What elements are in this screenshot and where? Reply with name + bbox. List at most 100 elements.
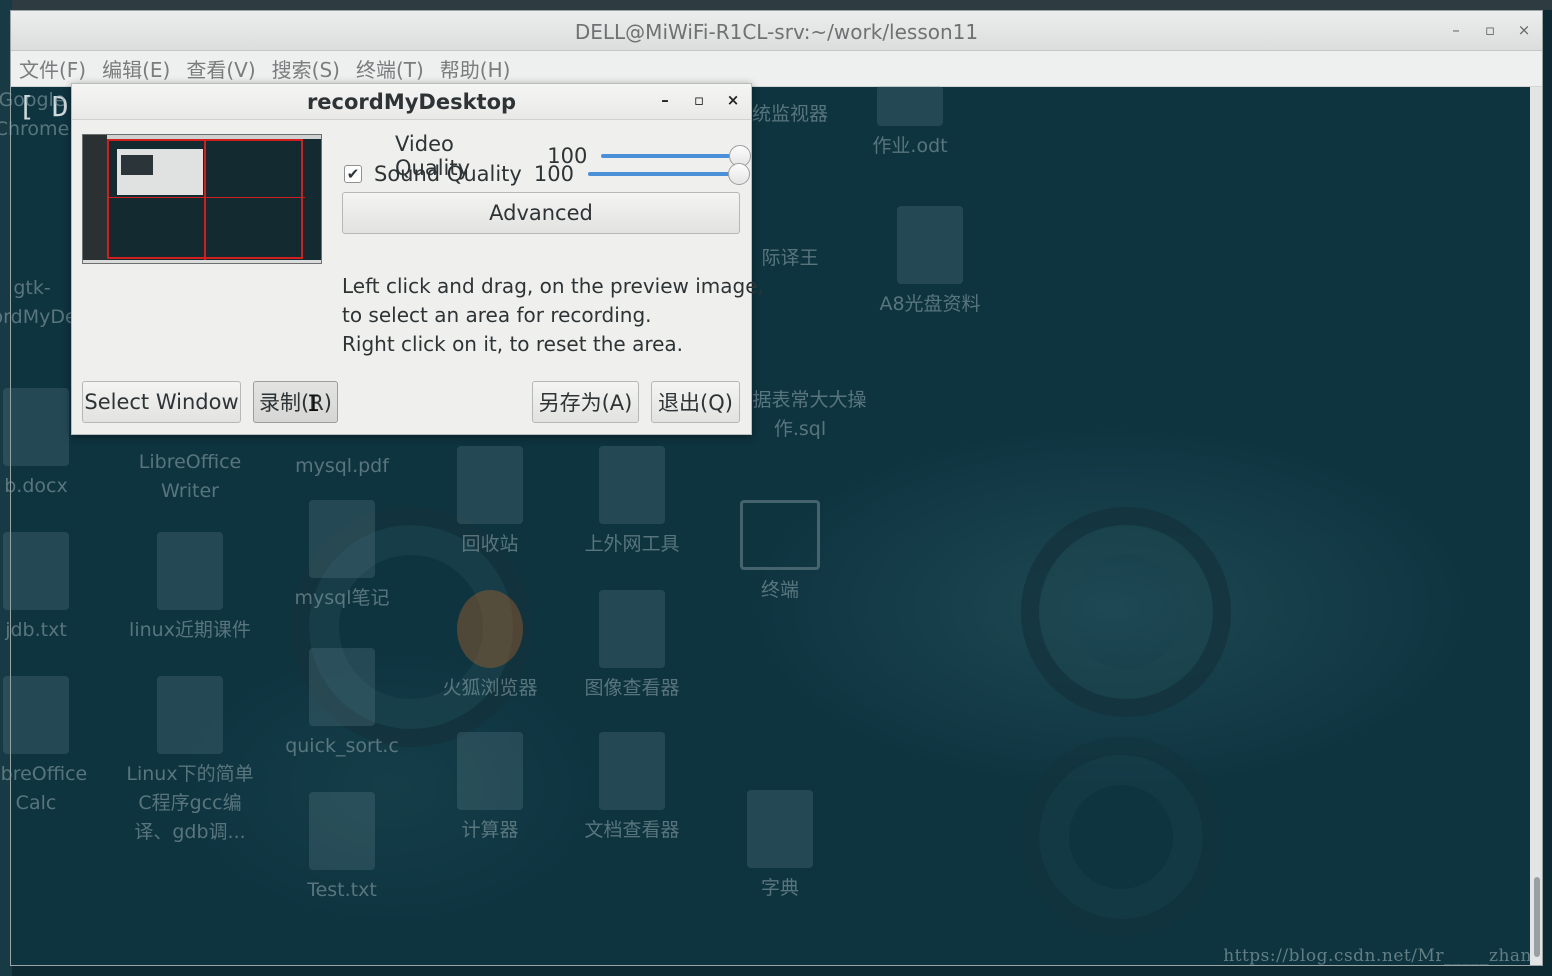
menu-search[interactable]: 搜索(S) [272, 54, 340, 83]
terminal-icon [740, 500, 820, 570]
quit-button[interactable]: 退出(Q) [651, 381, 740, 423]
sound-quality-knob[interactable] [727, 163, 750, 185]
trash-icon [457, 446, 523, 524]
desktop-icon-label: mysql笔记 [294, 587, 390, 609]
desktop-icon-label: A8光盘资料 [879, 293, 981, 315]
preview-image[interactable] [82, 134, 322, 264]
menu-terminal[interactable]: 终端(T) [356, 54, 424, 83]
desktop-icon-jdb[interactable]: jdb.txt [0, 532, 106, 645]
desktop-icon-label: b.docx [4, 475, 68, 497]
desktop-icon-linux-gcc[interactable]: Linux下的简单C程序gcc编译、gdb调... [120, 676, 260, 847]
recordmydesktop-dialog: recordMyDesktop – ▫ × Video Quality 100 … [71, 83, 764, 435]
text-file-icon [309, 500, 375, 578]
text-file-icon [309, 792, 375, 870]
terminal-menubar: 文件(F) 编辑(E) 查看(V) 搜索(S) 终端(T) 帮助(H) [11, 51, 1542, 87]
spreadsheet-icon [3, 676, 69, 754]
terminal-maximize-button[interactable]: ▫ [1482, 19, 1498, 41]
desktop-icon-test-txt[interactable]: Test.txt [272, 792, 412, 905]
watermark: https://blog.csdn.net/Mr_____zhan [1223, 946, 1532, 966]
menu-edit[interactable]: 编辑(E) [102, 54, 170, 83]
sound-quality-value: 100 [533, 162, 574, 186]
desktop-icon-label: 回收站 [461, 533, 519, 555]
terminal-titlebar[interactable]: DELL@MiWiFi-R1CL-srv:~/work/lesson11 – ▫… [11, 11, 1542, 51]
book-icon [747, 790, 813, 868]
desktop-icon-image-viewer[interactable]: 图像查看器 [562, 590, 702, 703]
desktop-icon-label: 上外网工具 [584, 533, 680, 555]
terminal-close-button[interactable]: × [1516, 19, 1532, 41]
preview-selection-vline [204, 139, 206, 261]
desktop-icon-homework[interactable]: 作业.odt [840, 86, 980, 161]
folder-icon [897, 206, 963, 284]
desktop-icon-label: LibreOffice Calc [0, 763, 88, 814]
dialog-titlebar[interactable]: recordMyDesktop – ▫ × [72, 84, 751, 120]
text-file-icon [3, 532, 69, 610]
desktop-icon-document-viewer[interactable]: 文档查看器 [562, 732, 702, 845]
advanced-button[interactable]: Advanced [342, 192, 740, 234]
help-line: Right click on it, to reset the area. [342, 332, 684, 356]
record-button[interactable]: 录制(R) [253, 381, 338, 423]
check-icon: ✔ [346, 165, 360, 183]
desktop-icon-mysql-pdf[interactable]: mysql.pdf [272, 452, 412, 481]
dialog-close-button[interactable]: × [725, 91, 741, 109]
wallpaper-wheel-rear [1021, 507, 1231, 717]
dialog-minimize-button[interactable]: – [657, 91, 673, 109]
menu-help[interactable]: 帮助(H) [440, 54, 511, 83]
preview-selection-hline [107, 197, 305, 198]
desktop-icon-label: Linux下的简单C程序gcc编译、gdb调... [126, 763, 254, 843]
desktop-icon-label: 作业.odt [872, 135, 948, 157]
desktop-icon-mysql-notes[interactable]: mysql笔记 [272, 500, 412, 613]
desktop-icon-a8-disc[interactable]: A8光盘资料 [860, 206, 1000, 319]
menu-file[interactable]: 文件(F) [19, 54, 86, 83]
desktop-icon-label: quick_sort.c [285, 735, 399, 757]
sound-quality-checkbox[interactable]: ✔ [344, 165, 362, 183]
desktop-icon-label: jdb.txt [5, 619, 67, 641]
desktop-icon-calculator[interactable]: 计算器 [420, 732, 560, 845]
desktop-icon-label: LibreOffice Writer [138, 451, 242, 502]
desktop-icon-proxy-tool[interactable]: 上外网工具 [562, 446, 702, 559]
desktop-icon-label: mysql.pdf [295, 455, 389, 477]
text-file-icon [309, 648, 375, 726]
sound-quality-label: Sound Quality [374, 162, 522, 186]
desktop-icon-label: 终端 [760, 579, 799, 601]
desktop-icon-trash[interactable]: 回收站 [420, 446, 560, 559]
preview-sidebar [83, 135, 107, 263]
terminal-minimize-button[interactable]: – [1448, 19, 1464, 41]
sound-quality-row: ✔ Sound Quality 100 [344, 162, 750, 186]
dialog-maximize-button[interactable]: ▫ [691, 91, 707, 109]
desktop-icon-linux-courseware[interactable]: linux近期课件 [120, 532, 260, 645]
desktop-top-strip [0, 0, 1552, 10]
terminal-scroll-thumb[interactable] [1534, 877, 1540, 957]
video-quality-track [601, 154, 741, 158]
sound-quality-slider[interactable] [587, 163, 750, 185]
document-viewer-icon [599, 732, 665, 810]
desktop-icon-terminal[interactable]: 终端 [710, 500, 850, 605]
desktop-icon-dictionary[interactable]: 字典 [710, 790, 850, 903]
calculator-icon [457, 732, 523, 810]
terminal-scrollbar[interactable] [1530, 87, 1542, 965]
desktop-icon-label: 图像查看器 [584, 677, 680, 699]
terminal-title: DELL@MiWiFi-R1CL-srv:~/work/lesson11 [574, 20, 979, 44]
preview-bottombar [83, 260, 321, 263]
desktop-icon-label: Test.txt [307, 879, 377, 901]
menu-view[interactable]: 查看(V) [186, 54, 255, 83]
sound-quality-track [587, 172, 739, 176]
firefox-icon [457, 590, 523, 668]
select-window-button[interactable]: Select Window [82, 381, 241, 423]
document-icon [157, 676, 223, 754]
dialog-title: recordMyDesktop [306, 90, 517, 114]
desktop-icon-quick-sort[interactable]: quick_sort.c [272, 648, 412, 761]
save-as-button[interactable]: 另存为(A) [532, 381, 639, 423]
desktop-icon-writer[interactable]: LibreOffice Writer [120, 448, 260, 506]
help-text: Left click and drag, on the preview imag… [342, 272, 764, 359]
mouse-cursor-icon: I [307, 392, 321, 417]
help-line: to select an area for recording. [342, 303, 652, 327]
desktop-icon-label: linux近期课件 [129, 619, 251, 641]
desktop-icon-firefox[interactable]: 火狐浏览器 [420, 590, 560, 703]
desktop-icon-label: 火狐浏览器 [442, 677, 538, 699]
image-viewer-icon [599, 590, 665, 668]
document-icon [877, 86, 943, 126]
document-icon [3, 388, 69, 466]
folder-icon [599, 446, 665, 524]
wallpaper-wheel-reflection [1021, 737, 1221, 937]
desktop-icon-calc[interactable]: LibreOffice Calc [0, 676, 106, 818]
